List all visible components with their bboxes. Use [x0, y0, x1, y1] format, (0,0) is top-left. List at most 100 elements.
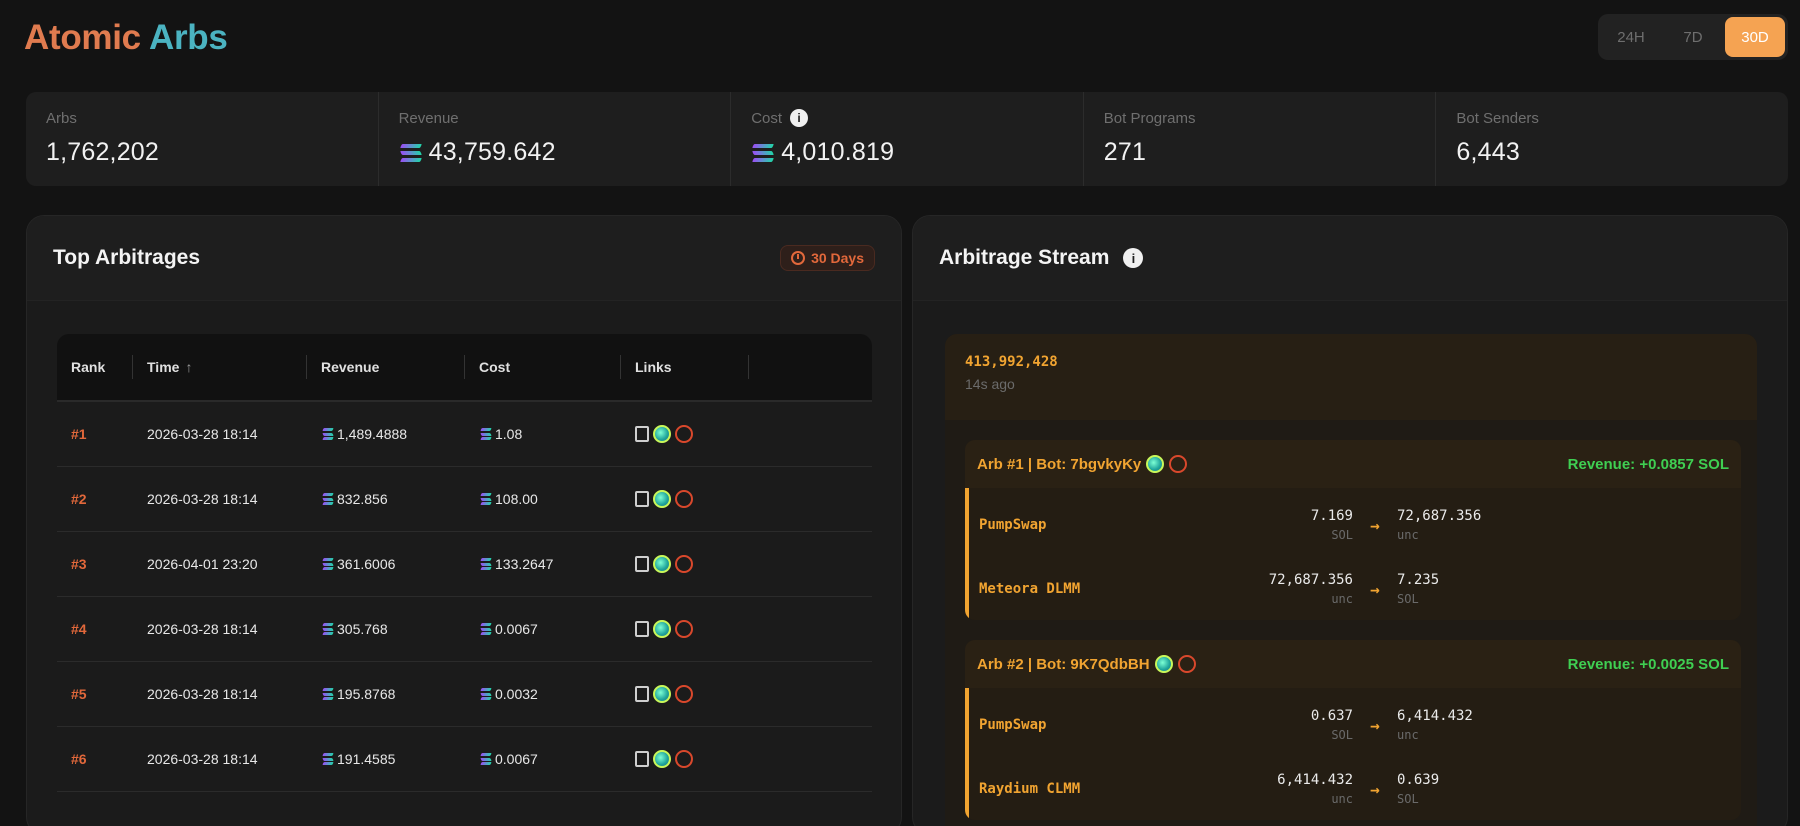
stat-bot-senders: Bot Senders 6,443 [1436, 92, 1788, 186]
solana-icon [479, 688, 492, 700]
solscan-link-icon[interactable] [1169, 455, 1188, 473]
range-7d-button[interactable]: 7D [1663, 17, 1723, 57]
time-cell: 2026-04-01 23:20 [147, 556, 258, 572]
token-out: SOL [1397, 592, 1419, 606]
table-row[interactable]: #4 2026-03-28 18:14 305.768 0.0067 [57, 597, 872, 662]
jupiter-link-icon[interactable] [1146, 455, 1165, 473]
solana-icon [321, 558, 334, 570]
solscan-link-icon[interactable] [675, 425, 693, 443]
jupiter-link-icon[interactable] [653, 555, 671, 573]
token-out: unc [1397, 528, 1419, 542]
column-revenue[interactable]: Revenue [307, 355, 465, 379]
slot-age: 14s ago [965, 376, 1015, 392]
solana-icon [321, 428, 334, 440]
stat-value: 6,443 [1456, 138, 1520, 166]
solana-icon [321, 623, 334, 635]
jupiter-link-icon[interactable] [1154, 655, 1173, 673]
amount-out: 7.235 [1397, 572, 1440, 588]
column-time[interactable]: Time ↑ [133, 355, 307, 379]
cost-cell: 0.0067 [495, 621, 538, 637]
dex-name: Raydium CLMM [979, 781, 1081, 797]
amount-out: 0.639 [1397, 772, 1440, 788]
solscan-link-icon[interactable] [675, 490, 693, 508]
revenue-cell: 361.6006 [337, 556, 396, 572]
solana-icon [479, 753, 492, 765]
jupiter-link-icon[interactable] [653, 425, 671, 443]
swap-hop: PumpSwap 7.169 SOL → 72,687.356 unc [979, 496, 1731, 554]
stat-value: 43,759.642 [428, 138, 556, 166]
explorer-link-icon[interactable] [635, 491, 649, 507]
arb-title[interactable]: Arb #2 | Bot: 9K7QdbBH [977, 656, 1150, 673]
solana-icon [479, 623, 492, 635]
stat-revenue: Revenue 43,759.642 [379, 92, 732, 186]
arb-revenue: Revenue: +0.0025 SOL [1567, 655, 1729, 673]
info-icon[interactable]: i [790, 109, 809, 127]
period-badge: 30 Days [780, 245, 875, 271]
explorer-link-icon[interactable] [635, 621, 649, 637]
top-arbitrages-table: Rank Time ↑ Revenue Cost Links #1 2026-0… [57, 334, 872, 792]
arb-title[interactable]: Arb #1 | Bot: 7bgvkyKy [977, 456, 1141, 473]
dex-name: PumpSwap [979, 717, 1047, 733]
sort-arrow-up-icon: ↑ [185, 359, 193, 375]
solscan-link-icon[interactable] [675, 620, 693, 638]
jupiter-link-icon[interactable] [653, 685, 671, 703]
cost-cell: 108.00 [495, 491, 538, 507]
explorer-link-icon[interactable] [635, 426, 649, 442]
panel-title: Top Arbitrages [53, 246, 201, 269]
jupiter-link-icon[interactable] [653, 750, 671, 768]
arb-card: Arb #1 | Bot: 7bgvkyKy Revenue: +0.0857 … [965, 440, 1741, 620]
column-rank[interactable]: Rank [57, 355, 133, 379]
time-cell: 2026-03-28 18:14 [147, 686, 258, 702]
stat-label: Revenue [398, 109, 459, 127]
explorer-link-icon[interactable] [635, 686, 649, 702]
rank-cell: #1 [71, 426, 87, 442]
revenue-cell: 195.8768 [337, 686, 396, 702]
arrow-right-icon: → [1370, 715, 1380, 735]
jupiter-link-icon[interactable] [653, 490, 671, 508]
amount-in: 7.169 [1310, 508, 1353, 524]
token-out: SOL [1397, 792, 1419, 806]
cost-cell: 0.0032 [495, 686, 538, 702]
solscan-link-icon[interactable] [675, 750, 693, 768]
stat-bot-programs: Bot Programs 271 [1084, 92, 1437, 186]
stat-label: Bot Programs [1103, 109, 1196, 127]
stat-arbs: Arbs 1,762,202 [26, 92, 379, 186]
amount-in: 0.637 [1310, 708, 1353, 724]
period-badge-label: 30 Days [811, 250, 864, 266]
table-row[interactable]: #5 2026-03-28 18:14 195.8768 0.0032 [57, 662, 872, 727]
rank-cell: #2 [71, 491, 87, 507]
panel-title: Arbitrage Stream [939, 246, 1110, 269]
amount-in: 6,414.432 [1277, 772, 1353, 788]
solscan-link-icon[interactable] [675, 685, 693, 703]
table-row[interactable]: #6 2026-03-28 18:14 191.4585 0.0067 [57, 727, 872, 792]
explorer-link-icon[interactable] [635, 556, 649, 572]
range-24h-button[interactable]: 24H [1601, 17, 1661, 57]
table-row[interactable]: #1 2026-03-28 18:14 1,489.4888 1.08 [57, 402, 872, 467]
explorer-link-icon[interactable] [635, 751, 649, 767]
rank-cell: #6 [71, 751, 87, 767]
swap-hop: Raydium CLMM 6,414.432 unc → 0.639 SOL [979, 760, 1731, 818]
solscan-link-icon[interactable] [1177, 655, 1196, 673]
solscan-link-icon[interactable] [675, 555, 693, 573]
cost-cell: 0.0067 [495, 751, 538, 767]
jupiter-link-icon[interactable] [653, 620, 671, 638]
slot-number[interactable]: 413,992,428 [965, 354, 1737, 370]
amount-out: 72,687.356 [1397, 508, 1482, 524]
column-cost[interactable]: Cost [465, 355, 621, 379]
range-30d-button[interactable]: 30D [1725, 17, 1785, 57]
table-row[interactable]: #2 2026-03-28 18:14 832.856 108.00 [57, 467, 872, 532]
stats-bar: Arbs 1,762,202 Revenue 43,759.642 Cost i… [26, 92, 1788, 186]
amount-in: 72,687.356 [1268, 572, 1353, 588]
solana-icon [479, 558, 492, 570]
solana-icon [479, 428, 492, 440]
table-row[interactable]: #3 2026-04-01 23:20 361.6006 133.2647 [57, 532, 872, 597]
arrow-right-icon: → [1370, 579, 1380, 599]
time-cell: 2026-03-28 18:14 [147, 426, 258, 442]
top-arbitrages-panel: Top Arbitrages 30 Days Rank Time ↑ Reven… [26, 215, 902, 826]
amount-out: 6,414.432 [1397, 708, 1473, 724]
app-title-part2: Arbs [148, 18, 228, 57]
dex-name: PumpSwap [979, 517, 1047, 533]
info-icon[interactable]: i [1123, 248, 1144, 268]
arrow-right-icon: → [1370, 779, 1380, 799]
column-time-label: Time [147, 359, 180, 375]
